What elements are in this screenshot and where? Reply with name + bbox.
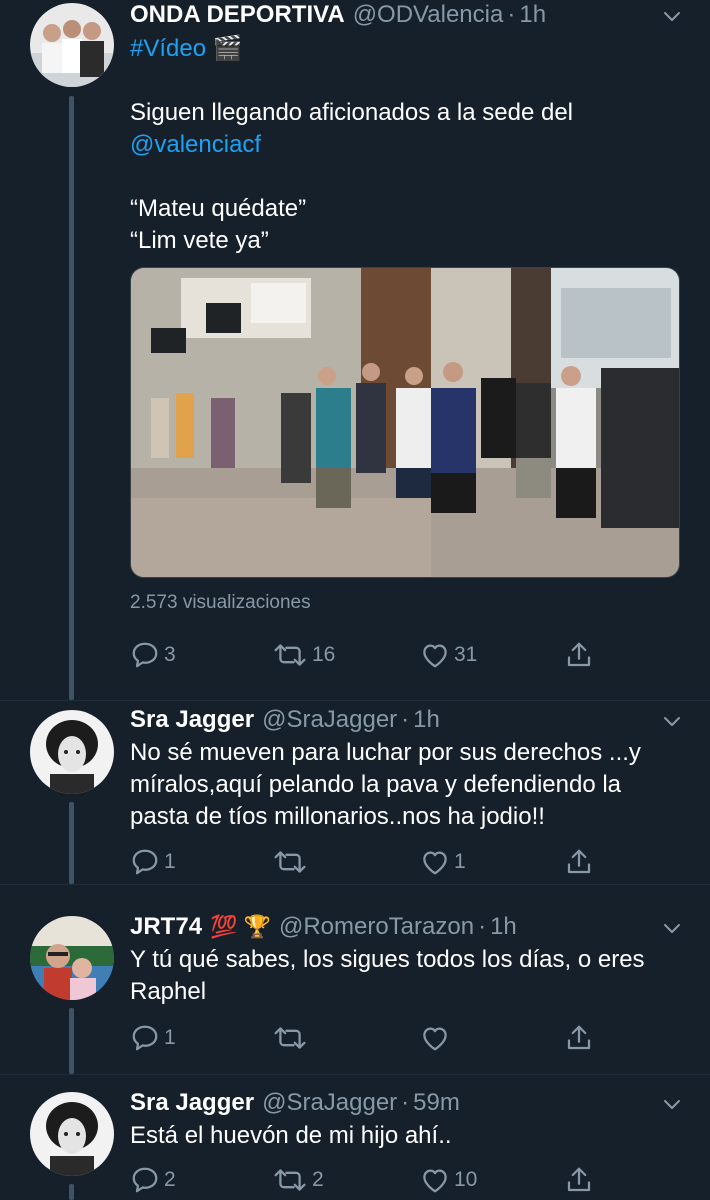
- tweet-actions: 1: [130, 1021, 600, 1055]
- avatar[interactable]: [30, 1092, 114, 1176]
- retweet-count: 16: [312, 643, 336, 666]
- thread-line: [69, 1008, 74, 1074]
- retweet-button[interactable]: [272, 1021, 312, 1055]
- video-thumbnail[interactable]: [130, 267, 680, 578]
- tweet-header: Sra Jagger @SraJagger · 59m: [130, 1086, 690, 1120]
- share-button[interactable]: [564, 1021, 594, 1055]
- like-button[interactable]: 31: [420, 638, 477, 672]
- tweet-reply[interactable]: Sra Jagger @SraJagger · 59m Está el huev…: [0, 1074, 710, 1200]
- username[interactable]: @ODValencia: [353, 1, 504, 29]
- reply-icon: [130, 1165, 160, 1195]
- retweet-button[interactable]: 16: [272, 638, 335, 672]
- reply-icon: [130, 1023, 160, 1053]
- timestamp[interactable]: 1h: [490, 913, 517, 941]
- quote-line: “Lim vete ya”: [130, 227, 269, 254]
- like-count: 1: [454, 850, 466, 873]
- chevron-down-icon[interactable]: [662, 1094, 682, 1114]
- tweet-text: No sé mueven para luchar por sus derecho…: [130, 739, 641, 830]
- separator-dot: ·: [507, 1, 516, 28]
- retweet-icon: [272, 640, 308, 670]
- display-name[interactable]: ONDA DEPORTIVA: [130, 1, 345, 29]
- retweet-button[interactable]: [272, 845, 312, 879]
- heart-icon: [420, 640, 450, 670]
- tweet-actions: 2 2 10: [130, 1163, 600, 1197]
- like-count: 31: [454, 643, 478, 666]
- like-count: 10: [454, 1168, 478, 1191]
- heart-icon: [420, 847, 450, 877]
- thread-line: [69, 1184, 74, 1200]
- tweet-line: Siguen llegando aficionados a la sede de…: [130, 99, 574, 126]
- avatar[interactable]: [30, 3, 114, 87]
- share-icon: [564, 1023, 594, 1053]
- tweet-reply[interactable]: JRT74 💯 🏆 @RomeroTarazon · 1h Y tú qué s…: [0, 884, 710, 1074]
- chevron-down-icon[interactable]: [662, 918, 682, 938]
- retweet-icon: [272, 1023, 308, 1053]
- reply-count: 2: [164, 1168, 176, 1191]
- heart-icon: [420, 1023, 450, 1053]
- reply-button[interactable]: 1: [130, 845, 176, 879]
- retweet-icon: [272, 1165, 308, 1195]
- mention-link[interactable]: @valenciacf: [130, 129, 686, 161]
- like-button[interactable]: [420, 1021, 454, 1055]
- tweet-text: #Vídeo 🎬 Siguen llegando aficionados a l…: [130, 33, 686, 257]
- display-name[interactable]: JRT74: [130, 913, 202, 941]
- reply-button[interactable]: 2: [130, 1163, 176, 1197]
- separator-dot: ·: [478, 913, 487, 940]
- tweet-header: Sra Jagger @SraJagger · 1h: [130, 703, 690, 737]
- quote-line: “Mateu quédate”: [130, 195, 307, 222]
- avatar[interactable]: [30, 710, 114, 794]
- reply-icon: [130, 640, 160, 670]
- username[interactable]: @RomeroTarazon: [279, 913, 474, 941]
- tweet-header: JRT74 💯 🏆 @RomeroTarazon · 1h: [130, 910, 690, 944]
- share-button[interactable]: [564, 638, 594, 672]
- view-count: 2.573 visualizaciones: [130, 592, 311, 613]
- reply-button[interactable]: 1: [130, 1021, 176, 1055]
- reply-count: 1: [164, 850, 176, 873]
- chevron-down-icon[interactable]: [662, 711, 682, 731]
- clapper-emoji: 🎬: [212, 35, 243, 62]
- timestamp[interactable]: 59m: [413, 1089, 460, 1117]
- tweet-text: Y tú qué sabes, los sigues todos los día…: [130, 946, 645, 1005]
- reply-count: 3: [164, 643, 176, 666]
- reply-button[interactable]: 3: [130, 638, 176, 672]
- display-name[interactable]: Sra Jagger: [130, 1089, 254, 1117]
- thread-line: [69, 96, 74, 700]
- tweet-text: Está el huevón de mi hijo ahí..: [130, 1122, 452, 1149]
- hashtag-link[interactable]: #Vídeo: [130, 35, 206, 62]
- display-name[interactable]: Sra Jagger: [130, 706, 254, 734]
- tweet-header: ONDA DEPORTIVA @ODValencia · 1h: [130, 0, 690, 32]
- chevron-down-icon[interactable]: [662, 6, 682, 26]
- share-icon: [564, 1165, 594, 1195]
- name-badges: 💯 🏆: [210, 914, 271, 939]
- reply-count: 1: [164, 1026, 176, 1049]
- retweet-count: 2: [312, 1168, 324, 1191]
- separator-dot: ·: [401, 706, 410, 733]
- timestamp[interactable]: 1h: [519, 1, 546, 29]
- separator-dot: ·: [401, 1089, 410, 1116]
- thread-line: [69, 802, 74, 884]
- tweet-onda-deportiva[interactable]: ONDA DEPORTIVA @ODValencia · 1h #Vídeo 🎬…: [0, 0, 710, 700]
- share-icon: [564, 640, 594, 670]
- tweet-reply[interactable]: Sra Jagger @SraJagger · 1h No sé mueven …: [0, 700, 710, 884]
- tweet-actions: 1 1: [130, 845, 600, 879]
- like-button[interactable]: 10: [420, 1163, 477, 1197]
- reply-icon: [130, 847, 160, 877]
- timestamp[interactable]: 1h: [413, 706, 440, 734]
- like-button[interactable]: 1: [420, 845, 466, 879]
- username[interactable]: @SraJagger: [262, 1089, 397, 1117]
- retweet-icon: [272, 847, 308, 877]
- tweet-actions: 3 16 31: [130, 638, 600, 672]
- username[interactable]: @SraJagger: [262, 706, 397, 734]
- share-button[interactable]: [564, 1163, 594, 1197]
- retweet-button[interactable]: 2: [272, 1163, 324, 1197]
- share-button[interactable]: [564, 845, 594, 879]
- heart-icon: [420, 1165, 450, 1195]
- avatar[interactable]: [30, 916, 114, 1000]
- share-icon: [564, 847, 594, 877]
